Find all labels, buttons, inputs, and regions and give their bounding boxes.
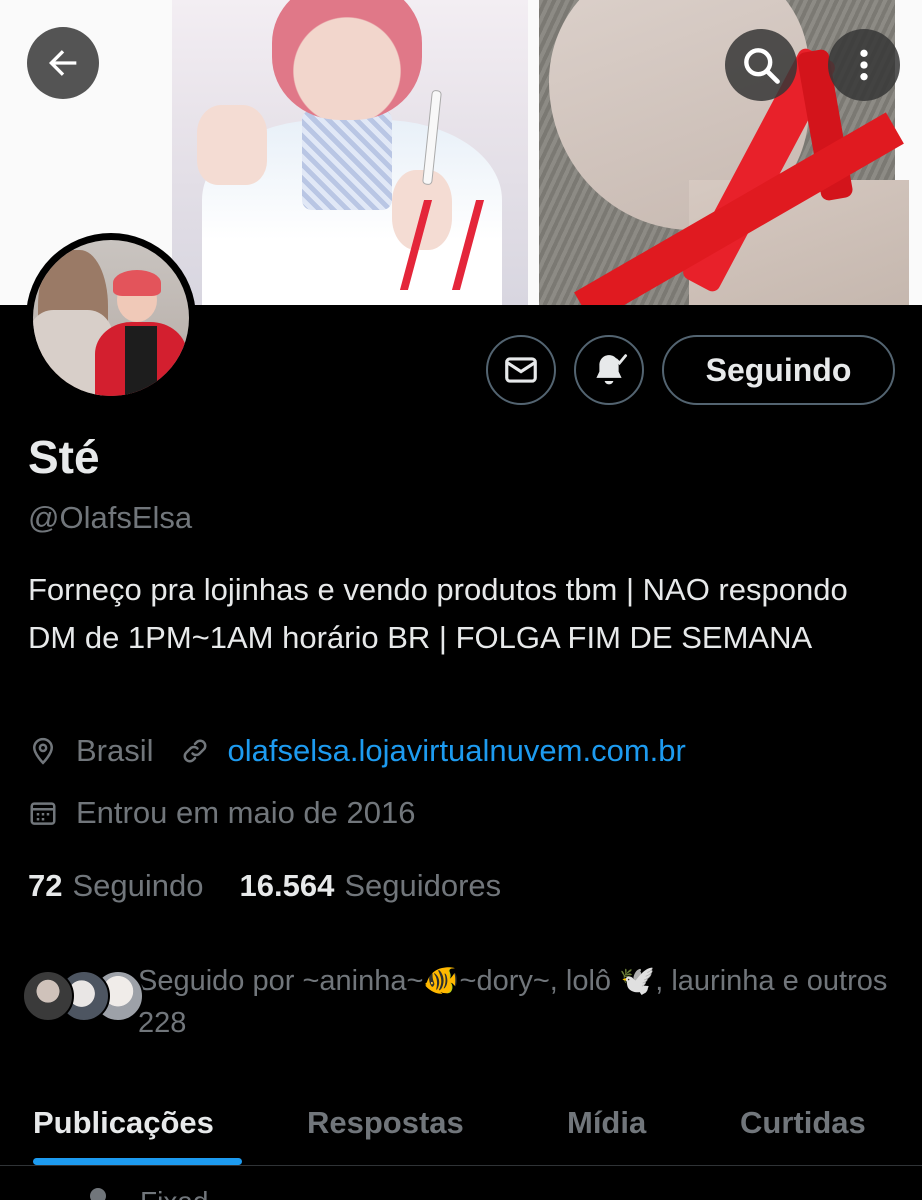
tab-media[interactable]: Mídia	[567, 1080, 646, 1166]
joined-date: Entrou em maio de 2016	[76, 795, 416, 830]
location-pin-icon	[28, 736, 58, 766]
website-link[interactable]: olafselsa.lojavirtualnuvem.com.br	[228, 733, 686, 769]
more-options-button[interactable]	[828, 29, 900, 101]
notifications-button[interactable]	[574, 335, 644, 405]
pin-icon	[90, 1188, 106, 1200]
arrow-left-icon	[49, 50, 77, 76]
followers-stat[interactable]: 16.564 Seguidores	[240, 868, 502, 904]
profile-bio: Forneço pra lojinhas e vendo produtos tb…	[28, 572, 848, 655]
followers-count: 16.564	[239, 868, 335, 903]
following-label: Seguindo	[72, 868, 204, 903]
profile-avatar[interactable]	[26, 233, 196, 403]
follower-avatar	[22, 970, 74, 1022]
tab-replies[interactable]: Respostas	[307, 1080, 464, 1166]
bell-check-icon	[596, 354, 628, 385]
search-icon	[744, 48, 780, 84]
envelope-icon	[505, 357, 537, 383]
more-vertical-icon	[860, 49, 868, 81]
banner-photo-left	[172, 0, 528, 305]
following-button[interactable]: Seguindo	[662, 335, 895, 405]
pinned-label: Fixad	[140, 1186, 208, 1200]
profile-tabs: Publicações Respostas Mídia Curtidas	[0, 1080, 922, 1166]
profile-meta-row: Brasil olafselsa.lojavirtualnuvem.com.br	[28, 733, 686, 769]
search-button[interactable]	[725, 29, 797, 101]
followed-by-text: Seguido por ~aninha~🐠~dory~, lolô 🕊️, la…	[138, 965, 888, 1039]
followers-label: Seguidores	[344, 868, 502, 903]
following-count: 72	[28, 868, 63, 903]
tab-posts[interactable]: Publicações	[33, 1080, 214, 1166]
followed-by-row[interactable]: Seguido por ~aninha~🐠~dory~, lolô 🕊️, la…	[22, 960, 902, 1044]
follower-avatars	[22, 960, 144, 1022]
profile-meta-row: Entrou em maio de 2016	[28, 795, 416, 831]
user-handle: @OlafsElsa	[28, 500, 193, 535]
back-button[interactable]	[27, 27, 99, 99]
location-text: Brasil	[76, 733, 154, 768]
active-tab-indicator	[33, 1158, 242, 1165]
calendar-icon	[28, 798, 58, 828]
avatar-image	[33, 240, 189, 396]
display-name: Sté	[28, 431, 100, 483]
link-icon	[180, 736, 210, 766]
following-stat[interactable]: 72 Seguindo	[28, 868, 204, 904]
follow-stats: 72 Seguindo 16.564 Seguidores	[28, 868, 501, 904]
message-button[interactable]	[486, 335, 556, 405]
tab-likes[interactable]: Curtidas	[740, 1080, 866, 1166]
